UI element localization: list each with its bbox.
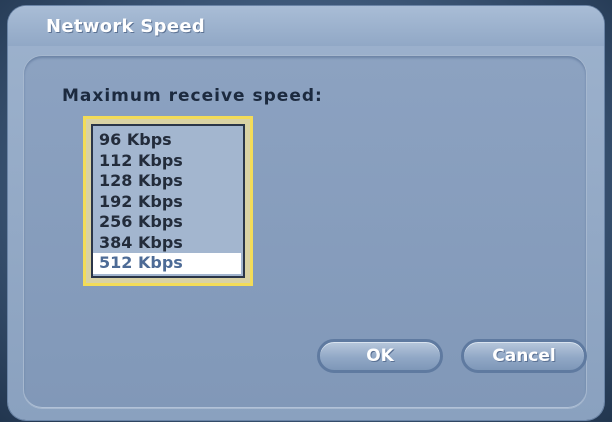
dialog-content-panel: Maximum receive speed: 96 Kbps 112 Kbps …: [24, 56, 587, 408]
speed-option[interactable]: 384 Kbps: [93, 233, 243, 254]
speed-option[interactable]: 96 Kbps: [93, 130, 243, 151]
dialog-title-bar: Network Speed: [8, 6, 604, 46]
speed-option[interactable]: 192 Kbps: [93, 192, 243, 213]
speed-listbox[interactable]: 96 Kbps 112 Kbps 128 Kbps 192 Kbps 256 K…: [91, 124, 245, 278]
ok-button[interactable]: OK: [317, 339, 443, 373]
cancel-button[interactable]: Cancel: [461, 339, 587, 373]
speed-option[interactable]: 256 Kbps: [93, 212, 243, 233]
speed-option[interactable]: 128 Kbps: [93, 171, 243, 192]
speed-option[interactable]: 112 Kbps: [93, 151, 243, 172]
speed-list-focus-outline: 96 Kbps 112 Kbps 128 Kbps 192 Kbps 256 K…: [83, 116, 253, 286]
max-receive-speed-label: Maximum receive speed:: [62, 86, 323, 106]
network-speed-dialog: Network Speed Maximum receive speed: 96 …: [8, 6, 604, 420]
speed-option-selected[interactable]: 512 Kbps: [93, 253, 241, 274]
dialog-title: Network Speed: [46, 16, 206, 37]
